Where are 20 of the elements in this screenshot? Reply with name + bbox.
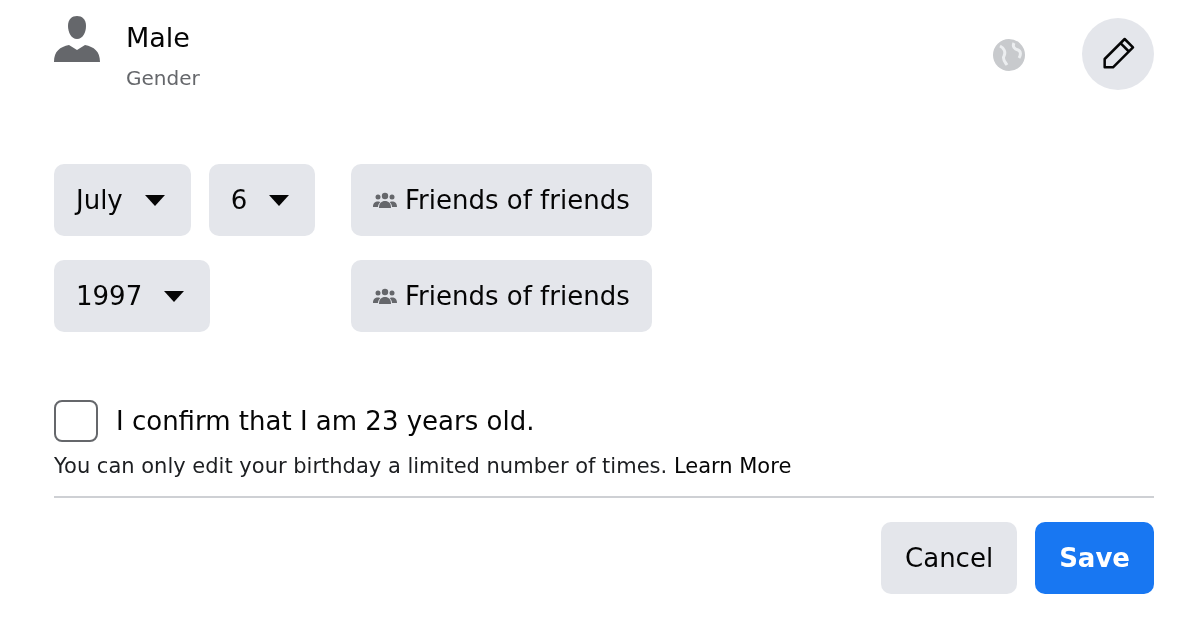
date-dropdown[interactable]: 1997 xyxy=(54,260,211,332)
save-button[interactable]: Save xyxy=(1035,522,1154,594)
caret-icon xyxy=(269,194,290,206)
birthday-note: You can only edit your birthday a limited number of times. Learn More xyxy=(54,454,793,478)
caret-icon xyxy=(144,194,165,206)
people-icon xyxy=(373,288,397,304)
globe-icon xyxy=(992,38,1026,72)
checkbox-label: I confirm that I am 23 years old. xyxy=(116,406,535,436)
date-dropdown[interactable]: July xyxy=(54,164,191,236)
date-dropdown[interactable]: 6 xyxy=(208,164,316,236)
checkbox[interactable] xyxy=(54,400,98,442)
gender-value: Male xyxy=(126,21,191,55)
audience-button[interactable]: Friends of friends xyxy=(351,164,652,236)
audience-button[interactable]: Friends of friends xyxy=(351,260,652,332)
caret-icon xyxy=(164,290,185,302)
learn-more-link[interactable]: Learn More xyxy=(673,454,792,478)
cancel-button[interactable]: Cancel xyxy=(881,522,1018,594)
gender-label: Gender xyxy=(126,66,201,90)
people-icon xyxy=(373,192,397,208)
person-icon xyxy=(54,16,100,62)
